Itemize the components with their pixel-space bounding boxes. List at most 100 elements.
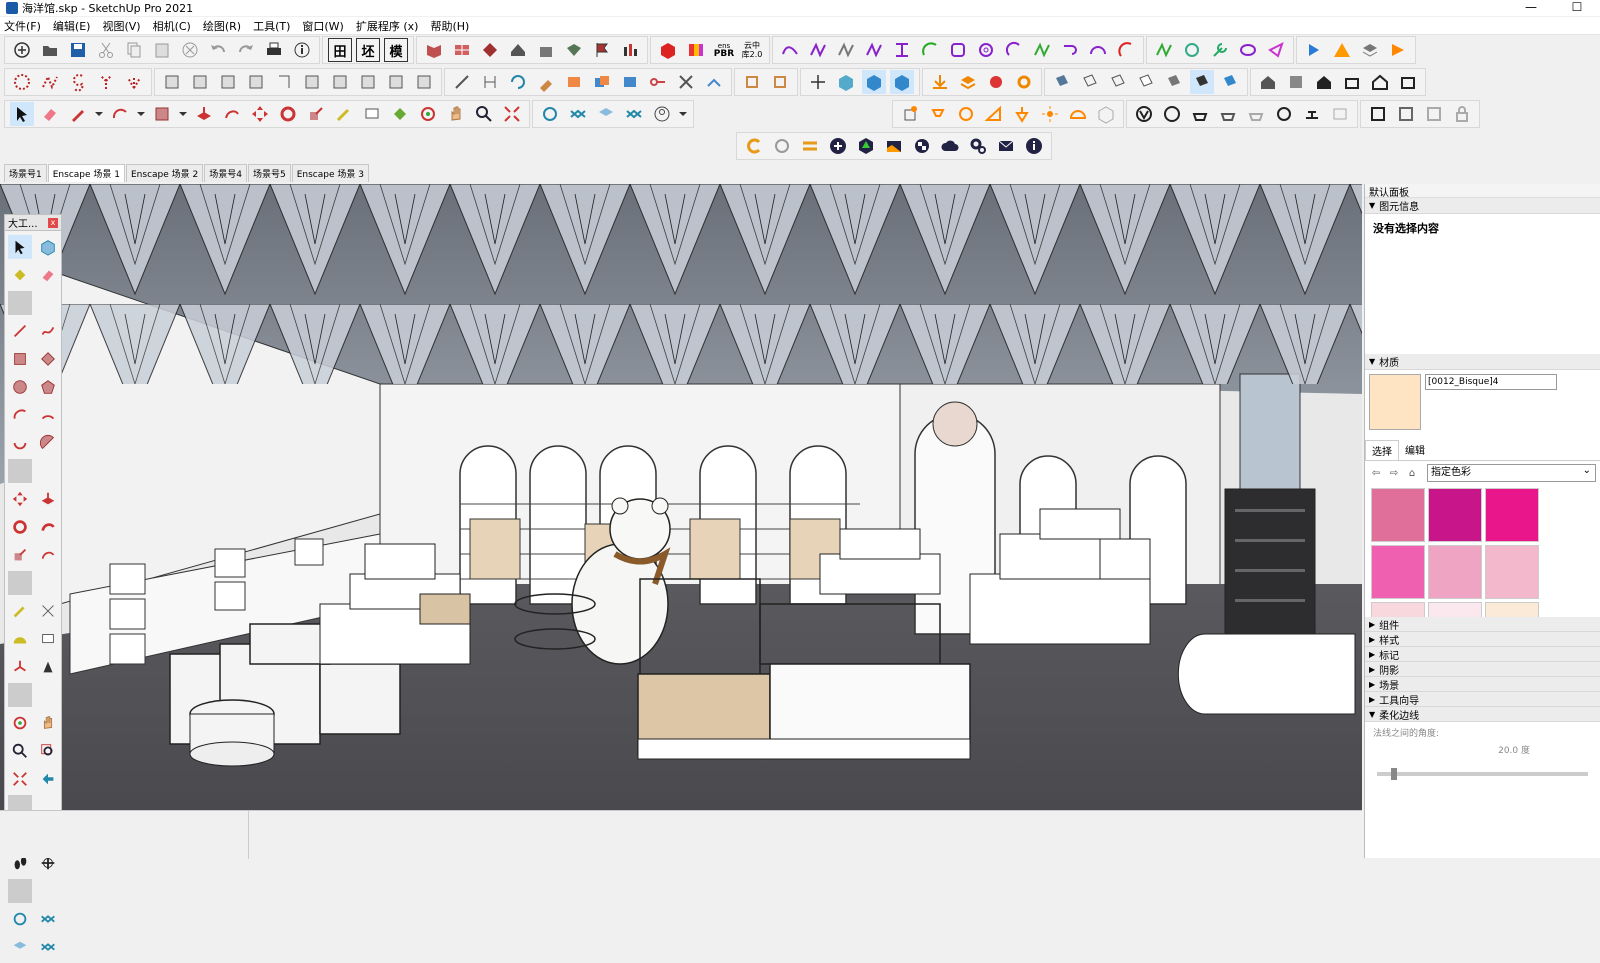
arc-purple-icon[interactable] bbox=[1002, 38, 1026, 62]
arc-up-icon[interactable] bbox=[1086, 38, 1110, 62]
hook-icon[interactable] bbox=[1058, 38, 1082, 62]
blue-cube-active-icon[interactable] bbox=[862, 70, 886, 94]
cloud-library-icon[interactable]: 云中 库2.0 bbox=[740, 38, 764, 62]
line-edit-icon[interactable] bbox=[450, 70, 474, 94]
slider-thumb[interactable] bbox=[1391, 768, 1397, 780]
rotated-rect-tool-icon[interactable] bbox=[36, 347, 60, 371]
scale-tool-icon[interactable] bbox=[304, 102, 328, 126]
waves-left-icon[interactable] bbox=[36, 907, 60, 931]
key-icon[interactable] bbox=[646, 70, 670, 94]
rectangle-left-tool-icon[interactable] bbox=[8, 347, 32, 371]
capture-icon[interactable] bbox=[882, 134, 906, 158]
layers-icon[interactable] bbox=[1358, 38, 1382, 62]
cube-red-icon[interactable] bbox=[656, 38, 680, 62]
back-view-icon[interactable] bbox=[272, 70, 296, 94]
orange-box-icon[interactable] bbox=[562, 70, 586, 94]
dotted-fan-icon[interactable] bbox=[122, 70, 146, 94]
move-tool-icon[interactable] bbox=[248, 102, 272, 126]
grid-icon[interactable] bbox=[450, 38, 474, 62]
live-update-icon[interactable] bbox=[770, 134, 794, 158]
house-book-icon[interactable] bbox=[1284, 70, 1308, 94]
zoom-extents-left-icon[interactable] bbox=[8, 767, 32, 791]
bars-chart-icon[interactable] bbox=[618, 38, 642, 62]
redo-icon[interactable] bbox=[234, 38, 258, 62]
menu-edit[interactable]: 编辑(E) bbox=[53, 18, 91, 34]
tile-icon[interactable] bbox=[562, 38, 586, 62]
tape-measure-icon[interactable] bbox=[332, 102, 356, 126]
freehand-tool-icon[interactable] bbox=[36, 319, 60, 343]
bottom-view-icon[interactable] bbox=[328, 70, 352, 94]
waves-icon[interactable] bbox=[566, 102, 590, 126]
frame-arrow-icon[interactable] bbox=[768, 70, 792, 94]
color-swatch[interactable] bbox=[1428, 545, 1482, 599]
close-panel-icon[interactable]: x bbox=[48, 217, 58, 228]
open-folder-icon[interactable] bbox=[38, 38, 62, 62]
menu-camera[interactable]: 相机(C) bbox=[153, 18, 191, 34]
circle-tool-icon[interactable] bbox=[8, 375, 32, 399]
tape-left-icon[interactable] bbox=[8, 599, 32, 623]
teapot-icon[interactable] bbox=[1188, 102, 1212, 126]
sun-circle-icon[interactable] bbox=[954, 102, 978, 126]
sandbox-left-icon[interactable] bbox=[8, 907, 32, 931]
save-icon[interactable] bbox=[66, 38, 90, 62]
orange-gear-icon[interactable] bbox=[1012, 70, 1036, 94]
material-checker-icon[interactable] bbox=[910, 134, 934, 158]
curve-c-icon[interactable] bbox=[834, 38, 858, 62]
previous-view-icon[interactable] bbox=[36, 767, 60, 791]
dropdown-arrow-icon[interactable] bbox=[94, 102, 104, 126]
color-swatch[interactable] bbox=[1371, 488, 1425, 542]
light-cube-icon[interactable] bbox=[898, 102, 922, 126]
back-arrow-icon[interactable]: ⇦ bbox=[1369, 468, 1383, 479]
menu-draw[interactable]: 绘图(R) bbox=[203, 18, 241, 34]
scene-tab-1[interactable]: 场景号1 bbox=[4, 164, 47, 182]
protractor-icon[interactable] bbox=[8, 627, 32, 651]
rounded-rect-icon[interactable] bbox=[946, 38, 970, 62]
components-header[interactable]: ▶ 组件 bbox=[1365, 617, 1600, 632]
sun-rays-icon[interactable] bbox=[1038, 102, 1062, 126]
vray-material-icon[interactable] bbox=[1160, 102, 1184, 126]
curve-e-icon[interactable] bbox=[890, 38, 914, 62]
left-view-icon[interactable] bbox=[300, 70, 324, 94]
color-swatch[interactable] bbox=[1485, 602, 1539, 617]
two-point-arc-icon[interactable] bbox=[36, 403, 60, 427]
face-white-icon[interactable] bbox=[1134, 70, 1158, 94]
offset-left-tool-icon[interactable] bbox=[36, 543, 60, 567]
material-collection-select[interactable]: 指定色彩 bbox=[1427, 463, 1596, 482]
shape-dropdown-arrow-icon[interactable] bbox=[178, 102, 188, 126]
orbit-tool-icon[interactable] bbox=[416, 102, 440, 126]
maximize-button[interactable]: ☐ bbox=[1554, 0, 1600, 16]
pan-left-icon[interactable] bbox=[36, 711, 60, 735]
house-3d-icon[interactable] bbox=[1256, 70, 1280, 94]
cut-icon[interactable] bbox=[94, 38, 118, 62]
erase-icon[interactable] bbox=[178, 38, 202, 62]
model-viewport[interactable] bbox=[0, 184, 1362, 810]
cube-gray-icon[interactable] bbox=[1094, 102, 1118, 126]
iso-view-icon[interactable] bbox=[160, 70, 184, 94]
scene-tab-2[interactable]: Enscape 场景 1 bbox=[47, 164, 125, 182]
face-dark-icon[interactable] bbox=[1190, 70, 1214, 94]
connect-icon[interactable] bbox=[702, 70, 726, 94]
dotted-branch-icon[interactable] bbox=[94, 70, 118, 94]
tray-icon[interactable] bbox=[1396, 70, 1420, 94]
arc-red-icon[interactable] bbox=[1114, 38, 1138, 62]
download-orange-icon[interactable] bbox=[928, 70, 952, 94]
instructor-header[interactable]: ▶ 工具向导 bbox=[1365, 692, 1600, 707]
tool-mo-button[interactable]: 模 bbox=[384, 38, 408, 62]
window-gray-icon[interactable] bbox=[1394, 102, 1418, 126]
scene-tab-3[interactable]: Enscape 场景 2 bbox=[125, 164, 204, 182]
styles-header[interactable]: ▶ 样式 bbox=[1365, 632, 1600, 647]
follow-me-icon[interactable] bbox=[36, 515, 60, 539]
zigzag-icon[interactable] bbox=[1152, 38, 1176, 62]
user-account-icon[interactable] bbox=[650, 102, 674, 126]
offset-icon[interactable] bbox=[220, 102, 244, 126]
color-swatch[interactable] bbox=[1371, 602, 1425, 617]
house-outline-icon[interactable] bbox=[1368, 70, 1392, 94]
paint-brush-icon[interactable] bbox=[534, 70, 558, 94]
select-tool-icon[interactable] bbox=[8, 235, 32, 259]
push-pull-left-icon[interactable] bbox=[36, 487, 60, 511]
eraser-icon[interactable] bbox=[38, 102, 62, 126]
wrench-icon[interactable] bbox=[1208, 38, 1232, 62]
color-swatch[interactable] bbox=[1485, 545, 1539, 599]
color-swatch[interactable] bbox=[1428, 488, 1482, 542]
color-swatch[interactable] bbox=[1485, 488, 1539, 542]
